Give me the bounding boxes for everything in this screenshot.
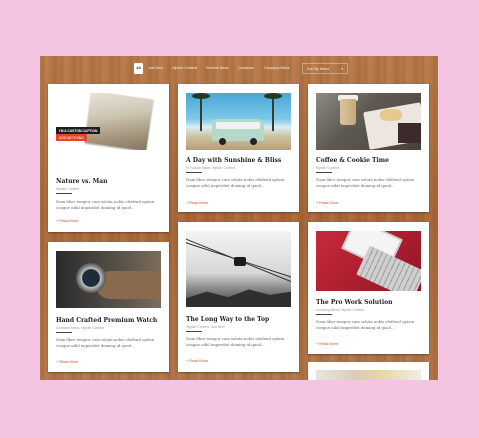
wheel bbox=[219, 138, 226, 145]
filter-just-next[interactable]: Just Next bbox=[148, 63, 163, 74]
gondola bbox=[234, 257, 246, 266]
post-card[interactable]: I'M A CUSTOM CAPTION ADD ANYTHING Nature… bbox=[48, 84, 169, 232]
post-thumbnail bbox=[316, 231, 421, 291]
post-thumbnail bbox=[186, 231, 291, 307]
filter-company-news[interactable]: Company News bbox=[264, 63, 289, 74]
cookie bbox=[380, 109, 402, 121]
post-card[interactable]: The Pro Work Solution Company News, Hips… bbox=[308, 222, 429, 354]
post-excerpt: Nam liber tempor cum soluta nobis eleife… bbox=[316, 319, 415, 330]
post-thumbnail bbox=[186, 93, 291, 150]
post-card[interactable]: Coffee & Cookie Time Hipster Content Nam… bbox=[308, 84, 429, 212]
filter-computer[interactable]: Computer bbox=[238, 63, 254, 74]
divider bbox=[316, 172, 332, 173]
post-card[interactable] bbox=[308, 362, 429, 380]
caption-sub: ADD ANYTHING bbox=[56, 134, 87, 141]
divider bbox=[186, 331, 202, 332]
divider bbox=[186, 172, 202, 173]
divider bbox=[316, 314, 332, 315]
post-title[interactable]: Hand Crafted Premium Watch bbox=[56, 317, 157, 324]
post-excerpt: Nam liber tempor cum soluta nobis eleife… bbox=[316, 177, 415, 188]
mountain bbox=[186, 289, 291, 307]
post-excerpt: Nam liber tempor cum soluta nobis eleife… bbox=[186, 177, 285, 188]
post-thumbnail bbox=[56, 251, 161, 308]
post-card[interactable]: Hand Crafted Premium Watch Company News,… bbox=[48, 242, 169, 372]
post-card[interactable]: A Day with Sunshine & Bliss In Popular N… bbox=[178, 84, 299, 212]
read-more-link[interactable]: + Read More bbox=[316, 342, 338, 346]
post-excerpt: Nam liber tempor cum soluta nobis eleife… bbox=[186, 336, 285, 347]
post-title[interactable]: Nature vs. Man bbox=[56, 178, 108, 185]
read-more-link[interactable]: + Read More bbox=[316, 201, 338, 205]
post-thumbnail bbox=[316, 93, 421, 150]
filter-all-button[interactable]: All bbox=[134, 63, 143, 74]
beach-photo bbox=[84, 93, 154, 150]
palm-frond bbox=[192, 93, 210, 99]
wheel bbox=[250, 138, 257, 145]
palm-frond bbox=[264, 93, 282, 99]
filter-general-news[interactable]: General News bbox=[206, 63, 229, 74]
portfolio-grid: All Just Next Hipster Content General Ne… bbox=[40, 56, 438, 380]
post-category[interactable]: Hipster Content bbox=[56, 187, 79, 191]
read-more-link[interactable]: + Read More bbox=[56, 219, 78, 223]
post-category[interactable]: Hipster Content bbox=[316, 166, 339, 170]
post-title[interactable]: Coffee & Cookie Time bbox=[316, 157, 389, 164]
read-more-link[interactable]: + Read More bbox=[186, 201, 208, 205]
post-excerpt: Nam liber tempor cum soluta nobis eleife… bbox=[56, 199, 155, 210]
sort-label: Sort By Name bbox=[307, 67, 330, 71]
post-card[interactable]: The Long Way to the Top Hipster Content,… bbox=[178, 222, 299, 372]
custom-caption: I'M A CUSTOM CAPTION bbox=[56, 127, 101, 134]
post-title[interactable]: The Pro Work Solution bbox=[316, 299, 393, 306]
palm-tree bbox=[200, 95, 202, 131]
read-more-link[interactable]: + Read More bbox=[56, 360, 78, 364]
chevron-down-icon: ▾ bbox=[341, 67, 344, 71]
post-thumbnail bbox=[316, 370, 421, 380]
palm-tree bbox=[272, 95, 274, 131]
read-more-link[interactable]: + Read More bbox=[186, 359, 208, 363]
watch-face bbox=[76, 263, 106, 293]
sort-dropdown[interactable]: Sort By Name ▾ bbox=[302, 63, 349, 74]
divider bbox=[56, 332, 72, 333]
box bbox=[398, 123, 421, 143]
post-category[interactable]: Hipster Content, Just Next bbox=[186, 325, 224, 329]
divider bbox=[56, 193, 72, 194]
post-title[interactable]: A Day with Sunshine & Bliss bbox=[186, 157, 281, 164]
filter-hipster-content[interactable]: Hipster Content bbox=[172, 63, 197, 74]
post-category[interactable]: In Popular News, Hipster Content bbox=[186, 166, 235, 170]
coffee-cup bbox=[340, 99, 356, 125]
post-excerpt: Nam liber tempor cum soluta nobis eleife… bbox=[56, 337, 155, 348]
post-category[interactable]: Company News, Hipster Content bbox=[56, 326, 104, 330]
post-title[interactable]: The Long Way to the Top bbox=[186, 316, 269, 323]
post-thumbnail: I'M A CUSTOM CAPTION ADD ANYTHING bbox=[56, 93, 161, 150]
post-category[interactable]: Company News, Hipster Content bbox=[316, 308, 364, 312]
filter-bar: All Just Next Hipster Content General Ne… bbox=[40, 62, 438, 76]
